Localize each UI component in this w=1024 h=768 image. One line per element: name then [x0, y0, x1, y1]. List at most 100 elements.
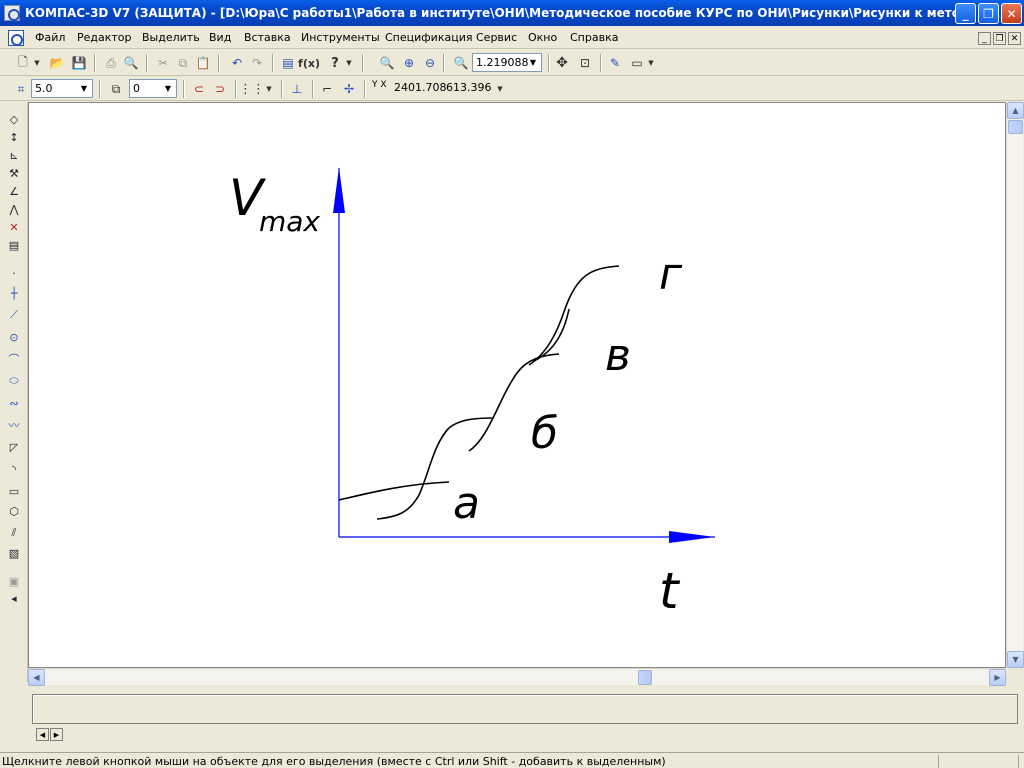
redo-icon[interactable]: ↷ [248, 54, 266, 72]
scroll-down-icon[interactable]: ▼ [1007, 651, 1024, 668]
coord-label: Y X [372, 80, 387, 90]
chevron-down-icon[interactable]: ▼ [161, 81, 175, 96]
display-dropdown-icon[interactable]: ▼ [646, 54, 656, 72]
snap-magnet-icon[interactable]: ⊂ [190, 80, 208, 98]
circle-icon[interactable]: ⊙ [5, 328, 23, 346]
grid-dropdown-icon[interactable]: ▼ [264, 80, 274, 98]
zoom-out-icon[interactable]: ⊖ [421, 54, 439, 72]
redraw-icon[interactable]: ✎ [606, 54, 624, 72]
scroll-left-icon[interactable]: ◀ [28, 669, 45, 686]
print-preview-icon[interactable]: 🔍 [122, 54, 140, 72]
minimize-button[interactable]: _ [955, 3, 976, 24]
polygon-icon[interactable]: ⬡ [5, 502, 23, 520]
coord-dropdown-icon[interactable]: ▼ [495, 80, 505, 98]
drawing-canvas[interactable]: V max t а б в г [28, 102, 1006, 668]
properties-icon[interactable]: ▤ [279, 54, 297, 72]
undo-icon[interactable]: ↶ [228, 54, 246, 72]
step-value: 5.0 [35, 82, 53, 95]
menu-view[interactable]: Вид [209, 31, 231, 44]
geometry-tab-icon[interactable]: ◇ [5, 110, 23, 128]
step-combo[interactable]: 5.0 ▼ [31, 79, 93, 98]
help-pointer-icon[interactable]: ? [326, 54, 344, 72]
layer-icon: ⧉ [111, 81, 121, 96]
menu-specification[interactable]: Спецификация [385, 31, 472, 44]
ellipse-icon[interactable]: ⬭ [5, 372, 23, 390]
doc-close-button[interactable]: ✕ [1008, 32, 1021, 45]
zoom-scale-icon[interactable]: 🔍 [452, 54, 470, 72]
vertical-scroll-thumb[interactable] [1008, 120, 1023, 134]
doc-restore-button[interactable]: ❐ [993, 32, 1006, 45]
coord-y-field: 613.396 [446, 81, 492, 94]
snap-local-icon[interactable]: ⊃ [211, 80, 229, 98]
horizontal-scroll-thumb[interactable] [638, 670, 652, 685]
new-dropdown-icon[interactable]: ▼ [32, 54, 42, 72]
variables-icon[interactable]: f(x) [298, 54, 320, 72]
zoom-combo[interactable]: 1.219088 ▼ [472, 53, 542, 72]
current-state-toolbar: ⌗ 5.0 ▼ ⧉ 0 ▼ ⊂ ⊃ ⋮⋮ ▼ ⊥ ⌐ ✢ Y X 2401.70… [0, 76, 1024, 101]
layer-combo[interactable]: 0 ▼ [129, 79, 177, 98]
help-dropdown-icon[interactable]: ▼ [344, 54, 354, 72]
copy-icon[interactable]: ⧉ [174, 54, 192, 72]
chevron-down-icon[interactable]: ▼ [526, 55, 540, 70]
chamfer-icon[interactable]: ◸ [5, 438, 23, 456]
menu-editor[interactable]: Редактор [77, 31, 132, 44]
polyline-icon[interactable]: 〰 [5, 416, 23, 434]
rectangle-icon[interactable]: ▭ [5, 482, 23, 500]
doc-minimize-button[interactable]: _ [978, 32, 991, 45]
chevron-down-icon[interactable]: ▼ [77, 81, 91, 96]
app-icon[interactable] [4, 5, 20, 21]
menu-tools[interactable]: Инструменты [301, 31, 380, 44]
maximize-button[interactable]: ❐ [978, 3, 999, 24]
spec-tab-icon[interactable]: ▤ [5, 236, 23, 254]
scroll-right-icon[interactable]: ▶ [989, 669, 1006, 686]
ortho-icon[interactable]: ⌐ [318, 80, 336, 98]
scroll-left-icon[interactable]: ◀ [5, 590, 23, 608]
save-icon[interactable]: 💾 [70, 54, 88, 72]
local-cs-icon[interactable]: ⊥ [288, 80, 306, 98]
title-bar: КОМПАС-3D V7 (ЗАЩИТА) - [D:\Юра\С работы… [0, 0, 1024, 26]
collect-contour-icon[interactable]: ▣ [5, 572, 23, 590]
panel-next-icon[interactable]: ▶ [50, 728, 63, 741]
zoom-in-icon[interactable]: ⊕ [400, 54, 418, 72]
open-folder-icon[interactable]: 📂 [48, 54, 66, 72]
menu-insert[interactable]: Вставка [244, 31, 291, 44]
curve-label-a: а [453, 478, 480, 529]
segment-icon[interactable]: ⟋ [5, 306, 23, 324]
edit-tab-icon[interactable]: ⚒ [5, 164, 23, 182]
arc-icon[interactable]: ⌒ [5, 350, 23, 368]
spline-icon[interactable]: ∾ [5, 394, 23, 412]
menu-help[interactable]: Справка [570, 31, 618, 44]
select-tab-icon[interactable]: ✕ [5, 218, 23, 236]
point-icon[interactable]: · [5, 264, 23, 282]
measure-tab-icon[interactable]: ⋀ [5, 200, 23, 218]
print-icon[interactable]: ⎙ [102, 54, 120, 72]
display-icon[interactable]: ▭ [628, 54, 646, 72]
fillet-icon[interactable]: ◝ [5, 460, 23, 478]
aux-line-icon[interactable]: ┼ [5, 284, 23, 302]
round-icon[interactable]: ✢ [340, 80, 358, 98]
menu-select[interactable]: Выделить [142, 31, 200, 44]
new-document-icon[interactable]: 🗋 [14, 54, 32, 72]
zoom-window-icon[interactable]: 🔍 [378, 54, 396, 72]
vertical-scrollbar[interactable]: ▲ ▼ [1006, 102, 1024, 668]
menu-bar: Файл Редактор Выделить Вид Вставка Инстр… [0, 27, 1024, 49]
menu-service[interactable]: Сервис [476, 31, 517, 44]
document-icon[interactable] [8, 30, 24, 46]
designations-tab-icon[interactable]: ⊾ [5, 146, 23, 164]
close-button[interactable]: ✕ [1001, 3, 1022, 24]
show-all-icon[interactable]: ⊡ [576, 54, 594, 72]
scroll-up-icon[interactable]: ▲ [1007, 102, 1024, 119]
drawing-svg: V max t а б в г [229, 167, 715, 620]
hatch-icon[interactable]: ⫽ [5, 524, 23, 542]
fill-icon[interactable]: ▧ [5, 544, 23, 562]
horizontal-scrollbar[interactable]: ◀ ▶ [28, 668, 1006, 686]
dimensions-tab-icon[interactable]: ↕ [5, 128, 23, 146]
pan-icon[interactable]: ✥ [553, 54, 571, 72]
paste-icon[interactable]: 📋 [194, 54, 212, 72]
menu-window[interactable]: Окно [528, 31, 557, 44]
cut-icon[interactable]: ✂ [154, 54, 172, 72]
panel-prev-icon[interactable]: ◀ [36, 728, 49, 741]
grid-icon[interactable]: ⋮⋮ [239, 80, 265, 98]
menu-file[interactable]: Файл [35, 31, 65, 44]
parametrize-tab-icon[interactable]: ∠ [5, 182, 23, 200]
